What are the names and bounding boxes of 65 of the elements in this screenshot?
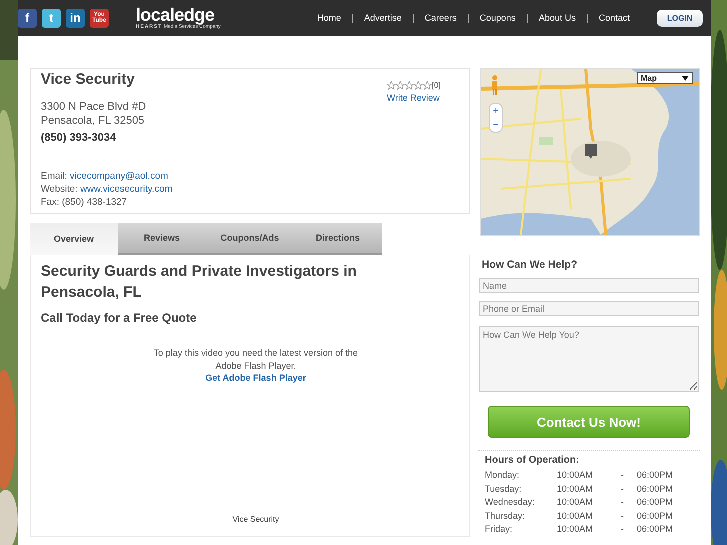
tab[interactable]: Overview xyxy=(30,223,118,255)
star-icon xyxy=(396,81,405,90)
phone-number: (850) 393-3034 xyxy=(41,132,118,144)
open-time: 10:00AM xyxy=(557,469,594,482)
star-icon xyxy=(387,81,396,90)
address-line: 3300 N Pace Blvd #D xyxy=(41,100,148,114)
video-caption: Vice Security xyxy=(232,514,280,524)
time-separator: - xyxy=(621,482,625,496)
open-time: 10:00AM xyxy=(557,523,594,536)
day-label: Thursday: xyxy=(485,510,526,523)
tab[interactable]: Coupons/Ads xyxy=(206,223,294,255)
star-icon xyxy=(414,81,423,90)
nav-link[interactable]: Contact xyxy=(588,13,641,23)
close-time: 06:00PM xyxy=(637,510,674,523)
social-icon[interactable]: in xyxy=(66,8,85,28)
close-time: 06:00PM xyxy=(637,469,674,482)
pegman-icon[interactable] xyxy=(491,75,499,95)
time-separator: - xyxy=(621,469,625,482)
page-subheading: Call Today for a Free Quote xyxy=(41,311,198,325)
close-time: 06:00PM xyxy=(637,523,674,536)
open-time: 10:00AM xyxy=(557,482,594,496)
time-separator: - xyxy=(621,523,625,536)
flash-link[interactable]: Get Adobe Flash Player xyxy=(141,373,371,383)
social-icon[interactable]: f xyxy=(18,8,37,28)
review-count: [0] xyxy=(432,81,441,90)
day-label: Friday: xyxy=(485,523,514,536)
message-field[interactable]: How Can We Help You? xyxy=(479,326,699,392)
nav-link[interactable]: Careers xyxy=(414,13,468,23)
close-time: 06:00PM xyxy=(637,496,674,510)
time-separator: - xyxy=(621,510,625,523)
input-field[interactable]: Phone or Email xyxy=(479,301,699,316)
open-time: 10:00AM xyxy=(557,496,594,510)
open-time: 10:00AM xyxy=(557,510,594,523)
star-icon xyxy=(405,81,414,90)
business-name: Vice Security xyxy=(41,71,136,88)
zoom-out-button[interactable]: − xyxy=(490,118,502,132)
time-separator: - xyxy=(621,496,625,510)
address-line: Pensacola, FL 32505 xyxy=(41,114,146,128)
input-field[interactable]: Name xyxy=(479,278,699,293)
day-label: Monday: xyxy=(485,469,521,482)
page-heading: Security Guards and Private Investigators in Pensacola, FL xyxy=(41,262,358,303)
website-link[interactable]: www.vicesecurity.com xyxy=(80,184,173,195)
nav-link[interactable]: Home xyxy=(306,13,352,23)
flash-notice: To play this video you need the latest version of the Adobe Flash Player. xyxy=(152,347,360,373)
fax-line: Fax: (850) 438-1327 xyxy=(41,196,128,209)
nav-link[interactable]: About Us xyxy=(528,13,587,23)
day-label: Wednesday: xyxy=(485,496,536,510)
nav-link[interactable]: Coupons xyxy=(468,13,527,23)
logo[interactable]: localedge xyxy=(136,6,221,24)
map-type-dropdown[interactable]: Map xyxy=(637,72,693,84)
caret-icon xyxy=(682,76,689,80)
day-label: Tuesday: xyxy=(485,482,523,496)
hours-title: Hours of Operation: xyxy=(485,455,580,466)
close-time: 06:00PM xyxy=(637,482,674,496)
form-title: How Can We Help? xyxy=(482,259,578,271)
email-line: Email: vicecompany@aol.com xyxy=(41,170,170,183)
nav-link[interactable]: Advertise xyxy=(353,13,413,23)
tab[interactable]: Directions xyxy=(294,223,382,255)
zoom-in-button[interactable]: + xyxy=(490,104,502,118)
star-icon xyxy=(423,81,432,90)
email-link[interactable]: vicecompany@aol.com xyxy=(70,171,168,182)
website-line: Website: www.vicesecurity.com xyxy=(41,183,174,196)
write-review-link[interactable]: Write Review xyxy=(387,93,440,103)
login-button[interactable]: LOGIN xyxy=(657,10,703,26)
tab[interactable]: Reviews xyxy=(118,223,206,255)
